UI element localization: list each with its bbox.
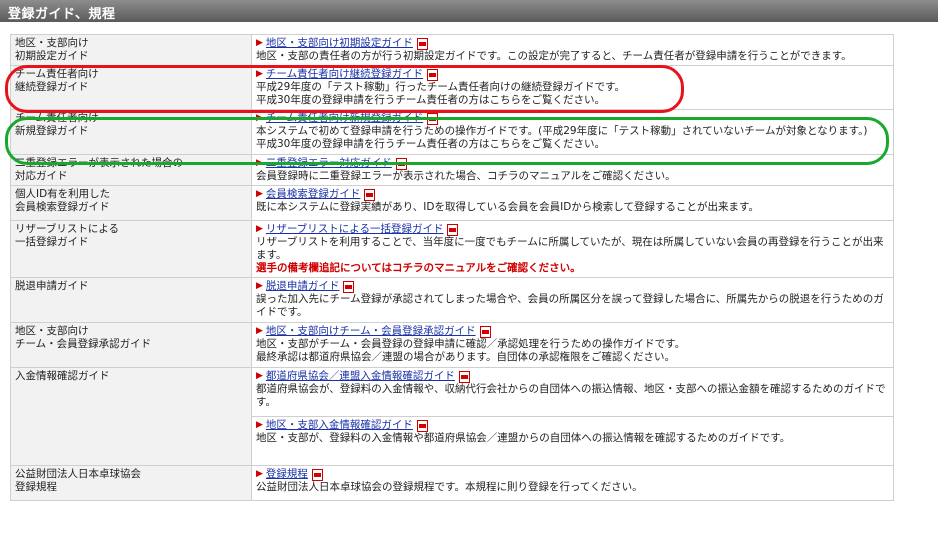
- row-label: 個人ID有を利用した 会員検索登録ガイド: [10, 185, 252, 221]
- table-row: 公益財団法人日本卓球協会 登録規程 ▶ 登録規程 公益財団法人日本卓球協会の登録規程です…: [10, 465, 894, 501]
- link-line: ▶ 会員検索登録ガイド: [256, 188, 889, 201]
- guide-description: 公益財団法人日本卓球協会の登録規程です。本規程に則り登録を行ってください。: [256, 481, 643, 493]
- pdf-icon[interactable]: [458, 370, 470, 383]
- guide-link[interactable]: 会員検索登録ガイド: [266, 188, 361, 201]
- table-row: 入金情報確認ガイド ▶ 都道府県協会／連盟入金情報確認ガイド 都道府県協会が、登録料の…: [10, 367, 894, 466]
- pdf-icon[interactable]: [364, 188, 376, 201]
- row-content: ▶ 二重登録エラー対応ガイド 会員登録時に二重登録エラーが表示された場合、コチラのマ…: [251, 154, 894, 186]
- row-content: ▶ チーム責任者向け継続登録ガイド 平成29年度の「テスト稼動」行ったチーム責任者向…: [251, 65, 894, 110]
- table-row: チーム責任者向け 継続登録ガイド ▶ チーム責任者向け継続登録ガイド 平成29年度の「テ…: [10, 65, 894, 110]
- arrow-right-icon: ▶: [256, 224, 263, 234]
- row-label: 公益財団法人日本卓球協会 登録規程: [10, 465, 252, 501]
- guide-link[interactable]: リザーブリストによる一括登録ガイド: [266, 223, 444, 236]
- table-row: 個人ID有を利用した 会員検索登録ガイド ▶ 会員検索登録ガイド 既に本システムに登録実…: [10, 185, 894, 221]
- pdf-icon[interactable]: [427, 68, 439, 81]
- table-row: 地区・支部向け チーム・会員登録承認ガイド ▶ 地区・支部向けチーム・会員登録承認ガイ…: [10, 322, 894, 368]
- row-label: 二重登録エラーが表示された場合の 対応ガイド: [10, 154, 252, 186]
- link-line: ▶ チーム責任者向け新規登録ガイド: [256, 112, 889, 125]
- table-row: チーム責任者向け 新規登録ガイド ▶ チーム責任者向け新規登録ガイド 本システムで初めて…: [10, 109, 894, 155]
- table-row: 二重登録エラーが表示された場合の 対応ガイド ▶ 二重登録エラー対応ガイド 会員登録時に…: [10, 154, 894, 186]
- pdf-icon[interactable]: [427, 112, 439, 125]
- row-label: チーム責任者向け 新規登録ガイド: [10, 109, 252, 155]
- arrow-right-icon: ▶: [256, 281, 263, 291]
- link-line: ▶ 地区・支部向けチーム・会員登録承認ガイド: [256, 325, 889, 338]
- row-content: ▶ 都道府県協会／連盟入金情報確認ガイド 都道府県協会が、登録料の入金情報や、収納代…: [251, 367, 894, 417]
- arrow-right-icon: ▶: [256, 158, 263, 168]
- row-content: ▶ チーム責任者向け新規登録ガイド 本システムで初めて登録申請を行うための操作ガイド…: [251, 109, 894, 155]
- section-header: 登録ガイド、規程: [0, 0, 938, 22]
- arrow-right-icon: ▶: [256, 189, 263, 199]
- table-row: リザーブリストによる 一括登録ガイド ▶ リザーブリストによる一括登録ガイド リザーブリ…: [10, 220, 894, 278]
- pdf-icon[interactable]: [479, 325, 491, 338]
- guide-link[interactable]: 地区・支部向け初期設定ガイド: [266, 37, 413, 50]
- guide-description: 会員登録時に二重登録エラーが表示された場合、コチラのマニュアルをご確認ください。: [256, 170, 676, 182]
- link-line: ▶ 地区・支部向け初期設定ガイド: [256, 37, 889, 50]
- guide-link[interactable]: 二重登録エラー対応ガイド: [266, 157, 392, 170]
- pdf-icon[interactable]: [447, 223, 459, 236]
- row-label: 脱退申請ガイド: [10, 277, 252, 323]
- guide-description: 地区・支部の責任者の方が行う初期設定ガイドです。この設定が完了すると、チーム責任…: [256, 50, 852, 62]
- guide-description: 既に本システムに登録実績があり、IDを取得している会員を会員IDから検索して登録…: [256, 201, 759, 213]
- pdf-icon[interactable]: [416, 419, 428, 432]
- table-row: 地区・支部向け 初期設定ガイド ▶ 地区・支部向け初期設定ガイド 地区・支部の責任者の方…: [10, 34, 894, 66]
- guide-description: 平成29年度の「テスト稼動」行ったチーム責任者向けの継続登録ガイドです。 平成30…: [256, 81, 625, 106]
- pdf-icon[interactable]: [311, 468, 323, 481]
- guide-description: 地区・支部が、登録料の入金情報や都道府県協会／連盟からの自団体への振込情報を確認…: [256, 432, 791, 444]
- link-line: ▶ 登録規程: [256, 468, 889, 481]
- guide-description: 誤った加入先にチーム登録が承認されてしまった場合や、会員の所属区分を誤って登録し…: [256, 293, 884, 318]
- guide-link[interactable]: 地区・支部向けチーム・会員登録承認ガイド: [266, 325, 476, 338]
- guide-description: 都道府県協会が、登録料の入金情報や、収納代行会社からの自団体への振込情報、地区・…: [256, 383, 886, 408]
- warning-note: 選手の備考欄追記についてはコチラのマニュアルをご確認ください。: [256, 262, 581, 274]
- guide-description: リザーブリストを利用することで、当年度に一度でもチームに所属していたが、現在は所…: [256, 236, 884, 261]
- row-content: ▶ 地区・支部向け初期設定ガイド 地区・支部の責任者の方が行う初期設定ガイドです。こ…: [251, 34, 894, 66]
- row-content: ▶ リザーブリストによる一括登録ガイド リザーブリストを利用することで、当年度に一度…: [251, 220, 894, 278]
- pdf-icon[interactable]: [395, 157, 407, 170]
- row-label: 地区・支部向け チーム・会員登録承認ガイド: [10, 322, 252, 368]
- guide-link[interactable]: 脱退申請ガイド: [266, 280, 340, 293]
- row-label: リザーブリストによる 一括登録ガイド: [10, 220, 252, 278]
- table-row: 脱退申請ガイド ▶ 脱退申請ガイド 誤った加入先にチーム登録が承認されてしまった場合や…: [10, 277, 894, 323]
- row-content: ▶ 登録規程 公益財団法人日本卓球協会の登録規程です。本規程に則り登録を行ってくださ…: [251, 465, 894, 501]
- link-line: ▶ 二重登録エラー対応ガイド: [256, 157, 889, 170]
- row-content: ▶ 会員検索登録ガイド 既に本システムに登録実績があり、IDを取得している会員を会員…: [251, 185, 894, 221]
- guide-link[interactable]: チーム責任者向け新規登録ガイド: [266, 112, 423, 125]
- pdf-icon[interactable]: [343, 280, 355, 293]
- row-label: 入金情報確認ガイド: [10, 367, 252, 466]
- link-line: ▶ 地区・支部入金情報確認ガイド: [256, 419, 889, 432]
- row-label: 地区・支部向け 初期設定ガイド: [10, 34, 252, 66]
- guide-description: 地区・支部がチーム・会員登録の登録申請に確認／承認処理を行うための操作ガイドです…: [256, 338, 686, 363]
- arrow-right-icon: ▶: [256, 326, 263, 336]
- link-line: ▶ リザーブリストによる一括登録ガイド: [256, 223, 889, 236]
- guide-description: 本システムで初めて登録申請を行うための操作ガイドです。(平成29年度に「テスト稼…: [256, 125, 868, 150]
- row-content: ▶ 地区・支部向けチーム・会員登録承認ガイド 地区・支部がチーム・会員登録の登録申請…: [251, 322, 894, 368]
- arrow-right-icon: ▶: [256, 113, 263, 123]
- guide-link[interactable]: 地区・支部入金情報確認ガイド: [266, 419, 413, 432]
- pdf-icon[interactable]: [416, 37, 428, 50]
- arrow-right-icon: ▶: [256, 69, 263, 79]
- section-title: 登録ガイド、規程: [8, 7, 116, 22]
- arrow-right-icon: ▶: [256, 469, 263, 479]
- guide-link[interactable]: 都道府県協会／連盟入金情報確認ガイド: [266, 370, 455, 383]
- guide-table: 地区・支部向け 初期設定ガイド ▶ 地区・支部向け初期設定ガイド 地区・支部の責任者の方…: [10, 34, 894, 501]
- arrow-right-icon: ▶: [256, 38, 263, 48]
- arrow-right-icon: ▶: [256, 420, 263, 430]
- guide-link[interactable]: 登録規程: [266, 468, 308, 481]
- row-content: ▶ 地区・支部入金情報確認ガイド 地区・支部が、登録料の入金情報や都道府県協会／連盟…: [251, 416, 894, 466]
- arrow-right-icon: ▶: [256, 371, 263, 381]
- link-line: ▶ 都道府県協会／連盟入金情報確認ガイド: [256, 370, 889, 383]
- link-line: ▶ 脱退申請ガイド: [256, 280, 889, 293]
- guide-link[interactable]: チーム責任者向け継続登録ガイド: [266, 68, 423, 81]
- link-line: ▶ チーム責任者向け継続登録ガイド: [256, 68, 889, 81]
- row-content: ▶ 脱退申請ガイド 誤った加入先にチーム登録が承認されてしまった場合や、会員の所属区…: [251, 277, 894, 323]
- row-label: チーム責任者向け 継続登録ガイド: [10, 65, 252, 110]
